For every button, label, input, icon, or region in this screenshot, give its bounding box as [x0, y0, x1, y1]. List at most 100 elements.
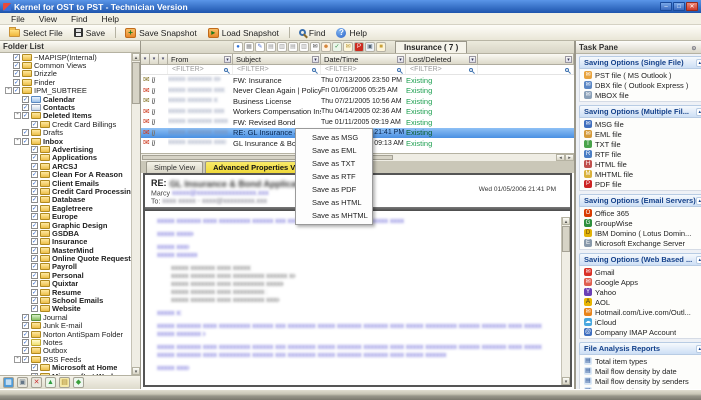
context-menu-item[interactable]: Save as MSG [296, 131, 372, 144]
checkbox[interactable]: ✓ [22, 138, 29, 145]
permissions-icon[interactable]: ✓ [332, 42, 342, 52]
menu-view[interactable]: View [32, 14, 64, 24]
taskpane-item[interactable]: HHTML file [580, 159, 701, 169]
search-icon[interactable] [565, 68, 569, 72]
collapse-icon[interactable]: ▴ [696, 345, 701, 353]
notes-view-icon[interactable]: ▤ [59, 377, 70, 388]
tree-item[interactable]: ✓Microsoft at Work [0, 372, 131, 375]
checkbox[interactable]: ✓ [22, 339, 29, 346]
taskpane-item[interactable]: ✉Google Apps [580, 277, 701, 287]
taskpane-item[interactable]: ✉Hotmail.com/Live.com/Outl... [580, 307, 701, 317]
taskpane-item[interactable]: ✉PST file ( MS Outlook ) [580, 70, 701, 80]
context-menu-item[interactable]: Save as TXT [296, 157, 372, 170]
checkbox[interactable]: ✓ [22, 322, 29, 329]
preview-toggle-icon[interactable]: ▦ [3, 377, 14, 388]
checkbox[interactable]: ✓ [31, 305, 38, 312]
menu-find[interactable]: Find [64, 14, 95, 24]
taskpane-item[interactable]: ✉DBX file ( Outlook Express ) [580, 80, 701, 90]
add-item-icon[interactable]: ◆ [73, 377, 84, 388]
column-header-date-time[interactable]: Date/Time▾ [321, 54, 406, 64]
context-menu-item[interactable]: Save as EML [296, 144, 372, 157]
taskpane-item[interactable]: GGroupWise [580, 218, 701, 228]
minimize-button[interactable]: – [660, 2, 672, 11]
email-row[interactable]: ✉xxxxx xxxxxxx xxxx xxxxxxxxx xxxxxx xxx… [141, 86, 574, 97]
collapse-icon[interactable]: ▴ [696, 59, 701, 67]
taskpane-item[interactable]: RRTF file [580, 149, 701, 159]
preview-scroll-down-icon[interactable]: ▾ [562, 377, 570, 385]
checkbox[interactable]: ✓ [31, 154, 38, 161]
taskpane-item[interactable]: OOffice 365 [580, 208, 701, 218]
tree-item[interactable]: ✓Common Views [0, 61, 131, 69]
save-folder-icon[interactable]: ■ [376, 42, 386, 52]
browser-view-icon[interactable]: ● [233, 42, 243, 52]
scroll-right-icon[interactable]: ▸ [565, 154, 574, 161]
scroll-left-icon[interactable]: ◂ [556, 154, 565, 161]
checkbox[interactable]: ✓ [22, 104, 29, 111]
preview-scroll-up-icon[interactable]: ▴ [562, 217, 570, 225]
tree-item[interactable]: ✓Drafts [0, 129, 131, 137]
column-header-lost-deleted[interactable]: Lost/Deleted▾ [406, 54, 478, 64]
checkbox[interactable]: ✓ [22, 331, 29, 338]
taskpane-item[interactable]: ✉MSG file [580, 119, 701, 129]
taskpane-item[interactable]: PPDF file [580, 179, 701, 189]
taskpane-item[interactable]: DIBM Domino ( Lotus Domin... [580, 228, 701, 238]
tree-item[interactable]: ✓Drizzle [0, 70, 131, 78]
gutter-header[interactable]: ▾ [150, 54, 159, 64]
email-row[interactable]: ✉xxxxx xxxxxxx xxxx xxxxxxxxx xxxxxx xxx… [141, 96, 574, 107]
menu-file[interactable]: File [4, 14, 32, 24]
find-button[interactable]: Find [294, 27, 331, 39]
checkbox[interactable]: ✓ [22, 112, 29, 119]
layout-2-icon[interactable]: ▥ [277, 42, 287, 52]
checkbox[interactable]: ✓ [31, 121, 38, 128]
checkbox[interactable]: ✓ [31, 289, 38, 296]
preview-scroll-thumb[interactable] [562, 226, 570, 252]
checkbox[interactable]: ✓ [31, 247, 38, 254]
checkbox[interactable]: ✓ [31, 280, 38, 287]
checkbox[interactable]: ✓ [31, 297, 38, 304]
taskpane-item[interactable]: ▤Mail flow density by senders [580, 376, 701, 386]
taskpane-item[interactable]: ✉EML file [580, 129, 701, 139]
mark-mail-icon[interactable]: ✉ [310, 42, 320, 52]
layout-3-icon[interactable]: ▤ [288, 42, 298, 52]
search-icon[interactable] [469, 68, 473, 72]
scroll-thumb[interactable] [132, 62, 140, 104]
layout-1-icon[interactable]: ▤ [266, 42, 276, 52]
tab-simple-view[interactable]: Simple View [146, 161, 203, 173]
email-row[interactable]: ✉xxxxx xxxxxxx xxxx xxxxxxxxx xxxxxx xxx… [141, 107, 574, 118]
taskpane-item[interactable]: YYahoo [580, 287, 701, 297]
checkbox[interactable]: ✓ [22, 96, 29, 103]
checkbox[interactable]: ✓ [13, 70, 20, 77]
checkbox[interactable]: ✓ [13, 54, 20, 61]
checkbox[interactable]: ✓ [31, 255, 38, 262]
column-header-blank[interactable]: ▾ [478, 54, 574, 64]
checkbox[interactable]: ✓ [22, 314, 29, 321]
taskpane-item[interactable]: ☁iCloud [580, 317, 701, 327]
column-filter-dropdown[interactable]: ▾ [397, 56, 404, 63]
taskpane-item[interactable]: ▤Mail flow density by date [580, 366, 701, 376]
compose-view-icon[interactable]: ✎ [255, 42, 265, 52]
collapse-icon[interactable]: ▴ [696, 256, 701, 264]
menu-help[interactable]: Help [95, 14, 126, 24]
checkbox[interactable]: ✓ [31, 213, 38, 220]
filter-cell[interactable] [478, 65, 574, 74]
taskpane-item[interactable]: EMicrosoft Exchange Server [580, 238, 701, 248]
checkbox[interactable]: ✓ [31, 238, 38, 245]
checkbox[interactable]: ✓ [22, 129, 29, 136]
search-icon[interactable] [397, 68, 401, 72]
context-menu-item[interactable]: Save as MHTML [296, 209, 372, 222]
section-header[interactable]: Saving Options (Single File)▴ [579, 56, 701, 69]
checkbox[interactable]: ✓ [31, 373, 38, 375]
column-header-subject[interactable]: Subject▾ [233, 54, 321, 64]
expander-icon[interactable]: - [14, 138, 21, 145]
column-filter-dropdown[interactable]: ▾ [565, 56, 572, 63]
load-snapshot-button[interactable]: ▸Load Snapshot [203, 27, 284, 39]
folder-scrollbar[interactable]: ▴ ▾ [131, 53, 140, 375]
checkbox[interactable]: ✓ [31, 163, 38, 170]
section-header[interactable]: Saving Options (Email Servers)▴ [579, 194, 701, 207]
exclude-item-icon[interactable]: ✕ [31, 377, 42, 388]
expander-icon[interactable]: - [14, 112, 21, 119]
select-file-button[interactable]: Select File [4, 27, 68, 39]
checkbox[interactable]: ✓ [31, 263, 38, 270]
context-menu-item[interactable]: Save as HTML [296, 196, 372, 209]
checkbox[interactable]: ✓ [13, 62, 20, 69]
